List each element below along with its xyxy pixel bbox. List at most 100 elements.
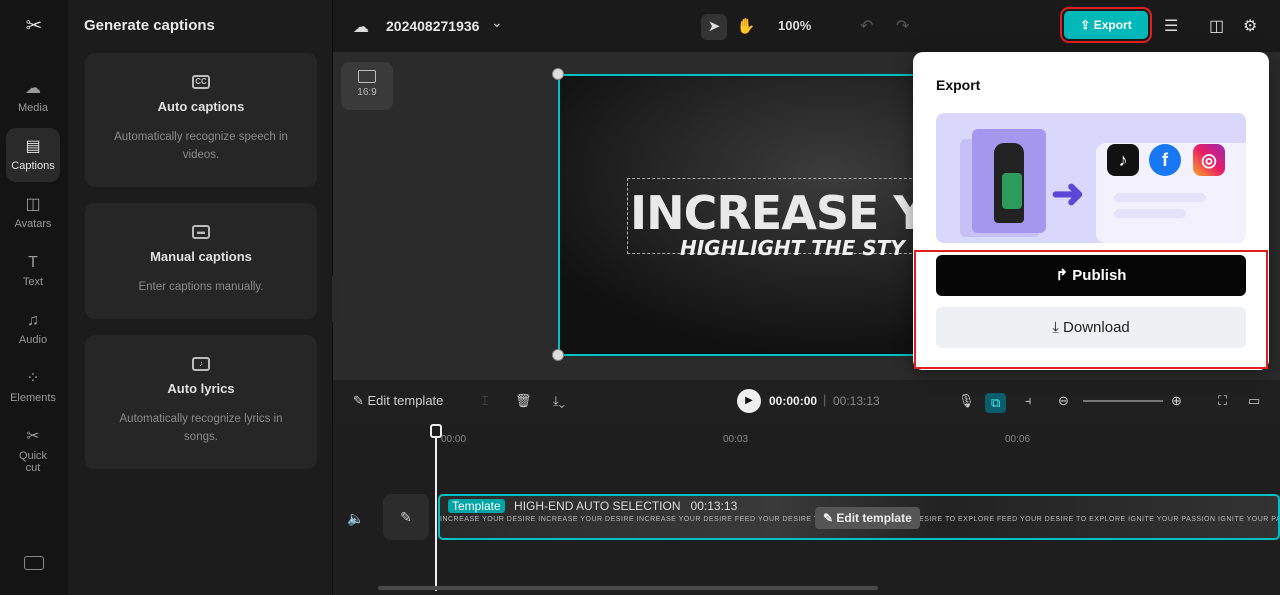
captions-icon: ▤ <box>25 138 41 155</box>
export-button[interactable]: ⇪ Export <box>1060 7 1152 43</box>
time-separator: | <box>823 392 827 407</box>
nav-quick-cut[interactable]: ✂ Quick cut <box>6 418 60 480</box>
nav-quick-cut-label: Quick <box>18 450 48 462</box>
text-icon: T <box>28 254 38 271</box>
hand-pan-icon[interactable]: ✋ <box>733 14 759 40</box>
auto-captions-title: Auto captions <box>157 99 245 114</box>
video-subtitle-text[interactable]: HIGHLIGHT THE STY <box>680 236 905 260</box>
volume-icon[interactable]: 🔈 <box>347 510 364 527</box>
clip-edit-template-button[interactable]: ✎ Edit template <box>815 507 920 529</box>
auto-lyrics-card[interactable]: ♪ Auto lyrics Automatically recognize ly… <box>85 335 317 469</box>
clip-edit-label: Edit template <box>836 511 912 525</box>
edit-clip-pencil-button[interactable]: ✎ <box>383 494 429 540</box>
auto-snap-icon[interactable]: ⧉ <box>985 393 1007 413</box>
share-arrow-icon: ➜ <box>1051 172 1085 216</box>
timeline-scrollbar[interactable] <box>378 586 878 590</box>
illustration-line <box>1114 193 1206 202</box>
cc-icon: CC <box>192 75 210 89</box>
video-clip[interactable]: Template HIGH-END AUTO SELECTION 00:13:1… <box>438 494 1280 540</box>
zoom-slider[interactable] <box>1083 400 1163 402</box>
illustration-line <box>1114 209 1186 218</box>
export-label: Export <box>1093 18 1132 32</box>
highlight-box <box>914 250 1268 369</box>
nav-avatars-label: Avatars <box>14 218 52 230</box>
panel-collapse-handle[interactable] <box>332 276 340 322</box>
select-pointer-icon[interactable]: ➤ <box>701 14 727 40</box>
nav-captions[interactable]: ▤ Captions <box>6 128 60 182</box>
edit-template-button[interactable]: ✎ Edit template <box>353 393 443 409</box>
playhead[interactable] <box>435 426 437 591</box>
timeline-toolbar: ✎ Edit template ⌶ 🗑 ⤓⌄ ▶ 00:00:00 | 00:1… <box>333 380 1280 424</box>
comment-icon[interactable]: ▭ <box>1248 393 1260 409</box>
panel-title: Generate captions <box>84 17 215 34</box>
resize-handle-bottom-left[interactable] <box>552 349 564 361</box>
nav-captions-label: Captions <box>11 160 55 172</box>
download-dropdown-icon[interactable]: ⤓⌄ <box>553 393 565 409</box>
nav-media[interactable]: ☁ Media <box>6 70 60 124</box>
app-window: ✂ ☁ Media ▤ Captions ◫ Avatars T Text ♫ … <box>0 0 1280 595</box>
resize-handle-top-left[interactable] <box>552 68 564 80</box>
nav-quick-cut-label2: cut <box>25 462 41 474</box>
delete-trash-icon[interactable]: 🗑 <box>515 393 532 409</box>
aspect-ratio-label: 16:9 <box>357 87 377 98</box>
top-toolbar: ☁ 202408271936 ⌄ ➤ ✋ 100% ↶ ↷ ⇪ Export ☰… <box>333 0 1280 52</box>
current-time: 00:00:00 <box>769 394 818 408</box>
avatar-icon: ◫ <box>25 196 41 213</box>
zoom-in-icon[interactable]: ⊕ <box>1171 393 1182 409</box>
settings-gear-icon[interactable]: ⚙ <box>1243 16 1257 36</box>
layout-panel-icon[interactable]: ◫ <box>1209 16 1224 36</box>
redo-icon[interactable]: ↷ <box>896 16 909 36</box>
chevron-down-icon[interactable]: ⌄ <box>491 14 503 31</box>
nav-elements[interactable]: ⁘ Elements <box>6 360 60 414</box>
instagram-icon: ◎ <box>1193 144 1225 176</box>
keyboard-caption-icon: ▬ <box>192 225 210 239</box>
captions-panel: Generate captions CC Auto captions Autom… <box>68 0 332 595</box>
playhead-handle[interactable] <box>430 424 442 438</box>
nav-text-label: Text <box>22 276 44 288</box>
undo-icon[interactable]: ↶ <box>860 16 873 36</box>
auto-lyrics-desc: Automatically recognize lyrics in songs. <box>119 413 283 443</box>
tiktok-icon: ♪ <box>1107 144 1139 176</box>
split-scene-icon[interactable]: ⫞ <box>1025 393 1032 409</box>
tick-label: 00:06 <box>1005 434 1031 445</box>
clip-label: Template HIGH-END AUTO SELECTION 00:13:1… <box>448 499 737 513</box>
microphone-icon[interactable]: 🎙 <box>958 393 975 409</box>
export-popup-title: Export <box>936 77 981 93</box>
nav-elements-label: Elements <box>10 392 56 404</box>
tick-label: 00:03 <box>723 434 749 445</box>
ratio-rect-icon <box>358 70 376 83</box>
auto-captions-card[interactable]: CC Auto captions Automatically recognize… <box>85 53 317 187</box>
template-tag: Template <box>448 499 505 513</box>
auto-lyrics-title: Auto lyrics <box>167 381 235 396</box>
illustration-dress <box>1002 173 1022 209</box>
left-nav-rail: ✂ ☁ Media ▤ Captions ◫ Avatars T Text ♫ … <box>0 0 68 595</box>
lyrics-icon: ♪ <box>192 357 210 371</box>
nav-media-label: Media <box>18 102 48 114</box>
nav-text[interactable]: T Text <box>6 244 60 298</box>
layers-icon[interactable]: ☰ <box>1164 16 1178 36</box>
nav-avatars[interactable]: ◫ Avatars <box>6 186 60 240</box>
capcut-logo-icon: ✂ <box>25 15 43 37</box>
export-illustration: ➜ ♪ f ◎ <box>936 113 1246 243</box>
keyboard-shortcuts-icon[interactable] <box>24 556 44 570</box>
facebook-icon: f <box>1149 144 1181 176</box>
clip-duration: 00:13:13 <box>690 499 738 513</box>
clip-name: HIGH-END AUTO SELECTION <box>514 499 681 513</box>
nav-audio[interactable]: ♫ Audio <box>6 302 60 356</box>
zoom-level[interactable]: 100% <box>778 18 811 33</box>
play-button[interactable]: ▶ <box>737 389 761 413</box>
music-note-icon: ♫ <box>27 312 39 329</box>
cloud-sync-icon[interactable]: ☁ <box>353 17 373 36</box>
aspect-ratio-button[interactable]: 16:9 <box>341 62 393 110</box>
edit-template-label: Edit template <box>367 393 444 408</box>
manual-captions-title: Manual captions <box>150 249 252 264</box>
project-name[interactable]: 202408271936 <box>386 18 479 34</box>
split-icon[interactable]: ⌶ <box>481 393 489 409</box>
auto-captions-desc: Automatically recognize speech in videos… <box>114 131 288 161</box>
scissors-icon: ✂ <box>26 428 40 445</box>
nav-audio-label: Audio <box>18 334 48 346</box>
zoom-out-icon[interactable]: ⊖ <box>1058 393 1069 409</box>
fullscreen-icon[interactable]: ⛶ <box>1218 393 1227 409</box>
manual-captions-card[interactable]: ▬ Manual captions Enter captions manuall… <box>85 203 317 319</box>
manual-captions-desc: Enter captions manually. <box>138 281 264 293</box>
